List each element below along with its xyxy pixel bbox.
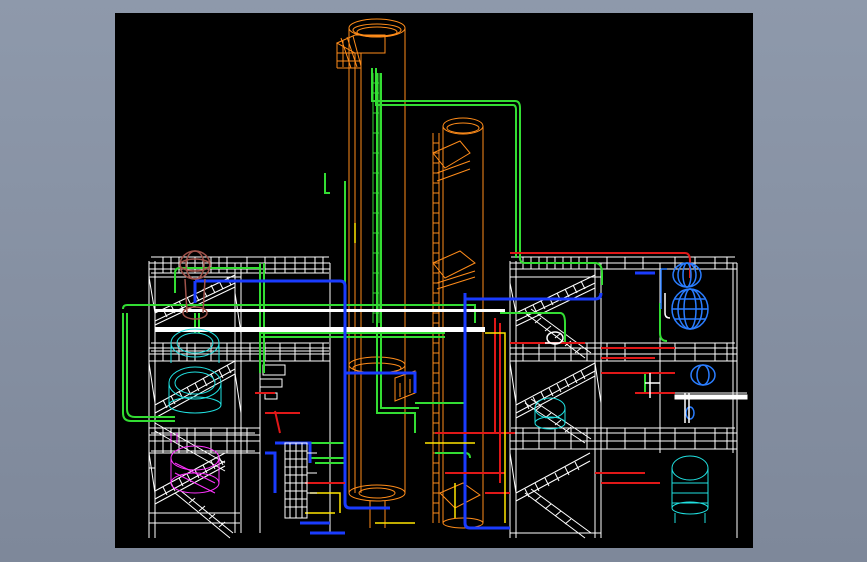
cad-viewport[interactable] [115, 13, 753, 548]
plant-3d-wireframe [122, 18, 748, 539]
heat-exchanger [284, 442, 317, 519]
right-stairs [515, 274, 596, 539]
left-steel-frame [148, 256, 331, 538]
